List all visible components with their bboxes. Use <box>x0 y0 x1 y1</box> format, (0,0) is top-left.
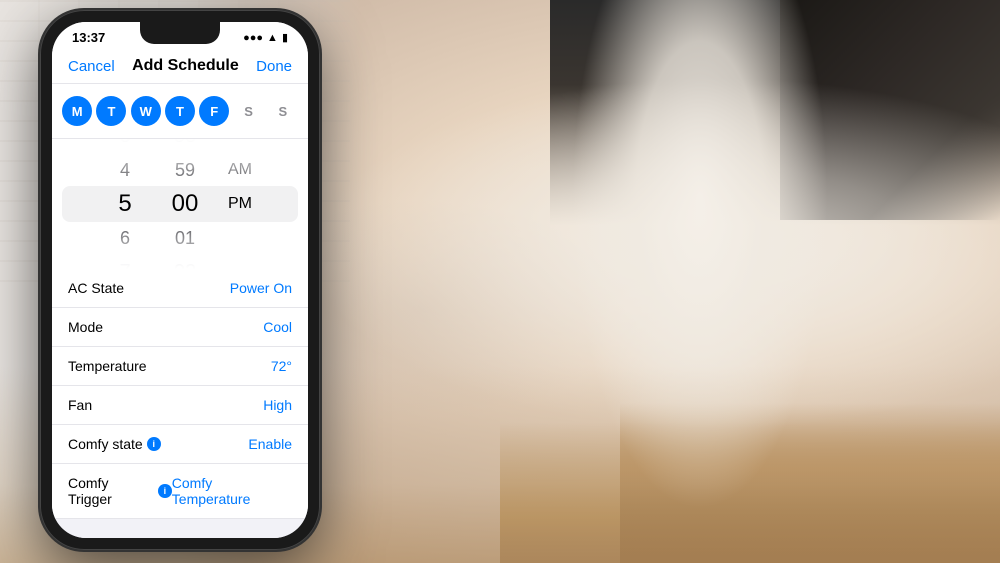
cancel-button[interactable]: Cancel <box>68 58 115 75</box>
ac-state-value: Power On <box>230 280 292 296</box>
hour-4: 4 <box>95 153 155 187</box>
comfy-state-row[interactable]: Comfy state i Enable <box>52 425 308 464</box>
hours-column[interactable]: 3 4 5 6 7 <box>95 139 155 269</box>
temperature-value: 72° <box>271 358 292 374</box>
phone-body: 13:37 ●●● ▲ ▮ Cancel Add Schedule Done M… <box>40 10 320 550</box>
ampm-column[interactable]: AM PM <box>215 139 265 269</box>
period-spacer2 <box>215 221 265 255</box>
time-picker[interactable]: 3 4 5 6 7 58 59 00 01 02 <box>52 139 308 269</box>
hour-7: 7 <box>95 255 155 269</box>
battery-icon: ▮ <box>282 31 288 44</box>
day-friday[interactable]: F <box>199 96 229 126</box>
comfy-trigger-value: Comfy Temperature <box>172 475 292 507</box>
done-button[interactable]: Done <box>256 58 292 75</box>
comfy-state-label: Comfy state i <box>68 436 161 452</box>
temperature-label: Temperature <box>68 358 147 374</box>
minutes-column[interactable]: 58 59 00 01 02 <box>155 139 215 269</box>
period-spacer1 <box>215 139 265 153</box>
phone-notch <box>140 22 220 44</box>
comfy-state-info-icon[interactable]: i <box>147 437 161 451</box>
day-tuesday[interactable]: T <box>96 96 126 126</box>
fan-value: High <box>263 397 292 413</box>
hour-6: 6 <box>95 221 155 255</box>
day-wednesday[interactable]: W <box>131 96 161 126</box>
ac-state-row[interactable]: AC State Power On <box>52 269 308 308</box>
settings-list: AC State Power On Mode Cool Temperature … <box>52 269 308 538</box>
status-icons: ●●● ▲ ▮ <box>243 31 288 44</box>
status-time: 13:37 <box>72 30 105 45</box>
temperature-row[interactable]: Temperature 72° <box>52 347 308 386</box>
comfy-state-value: Enable <box>248 436 292 452</box>
phone-device: 13:37 ●●● ▲ ▮ Cancel Add Schedule Done M… <box>40 10 320 550</box>
fan-row[interactable]: Fan High <box>52 386 308 425</box>
period-spacer3 <box>215 255 265 269</box>
period-am: AM <box>215 153 265 187</box>
min-00-selected: 00 <box>155 187 215 221</box>
mode-row[interactable]: Mode Cool <box>52 308 308 347</box>
hour-5-selected: 5 <box>95 187 155 221</box>
wifi-icon: ▲ <box>267 32 278 44</box>
fan-label: Fan <box>68 397 92 413</box>
mode-label: Mode <box>68 319 103 335</box>
ac-state-label: AC State <box>68 280 124 296</box>
period-pm-selected: PM <box>215 187 265 221</box>
day-thursday[interactable]: T <box>165 96 195 126</box>
day-monday[interactable]: M <box>62 96 92 126</box>
phone-screen: 13:37 ●●● ▲ ▮ Cancel Add Schedule Done M… <box>52 22 308 538</box>
day-sunday[interactable]: S <box>268 96 298 126</box>
comfy-trigger-row[interactable]: Comfy Trigger i Comfy Temperature <box>52 464 308 519</box>
day-saturday[interactable]: S <box>234 96 264 126</box>
min-01: 01 <box>155 221 215 255</box>
nav-title: Add Schedule <box>132 57 239 75</box>
signal-icon: ●●● <box>243 32 263 44</box>
min-59: 59 <box>155 153 215 187</box>
nav-bar: Cancel Add Schedule Done <box>52 49 308 84</box>
hour-3: 3 <box>95 139 155 153</box>
days-row: M T W T F S S <box>52 84 308 139</box>
min-02: 02 <box>155 255 215 269</box>
min-58: 58 <box>155 139 215 153</box>
comfy-trigger-info-icon[interactable]: i <box>158 484 172 498</box>
mode-value: Cool <box>263 319 292 335</box>
comfy-trigger-label: Comfy Trigger i <box>68 475 172 507</box>
time-picker-inner: 3 4 5 6 7 58 59 00 01 02 <box>52 139 308 269</box>
